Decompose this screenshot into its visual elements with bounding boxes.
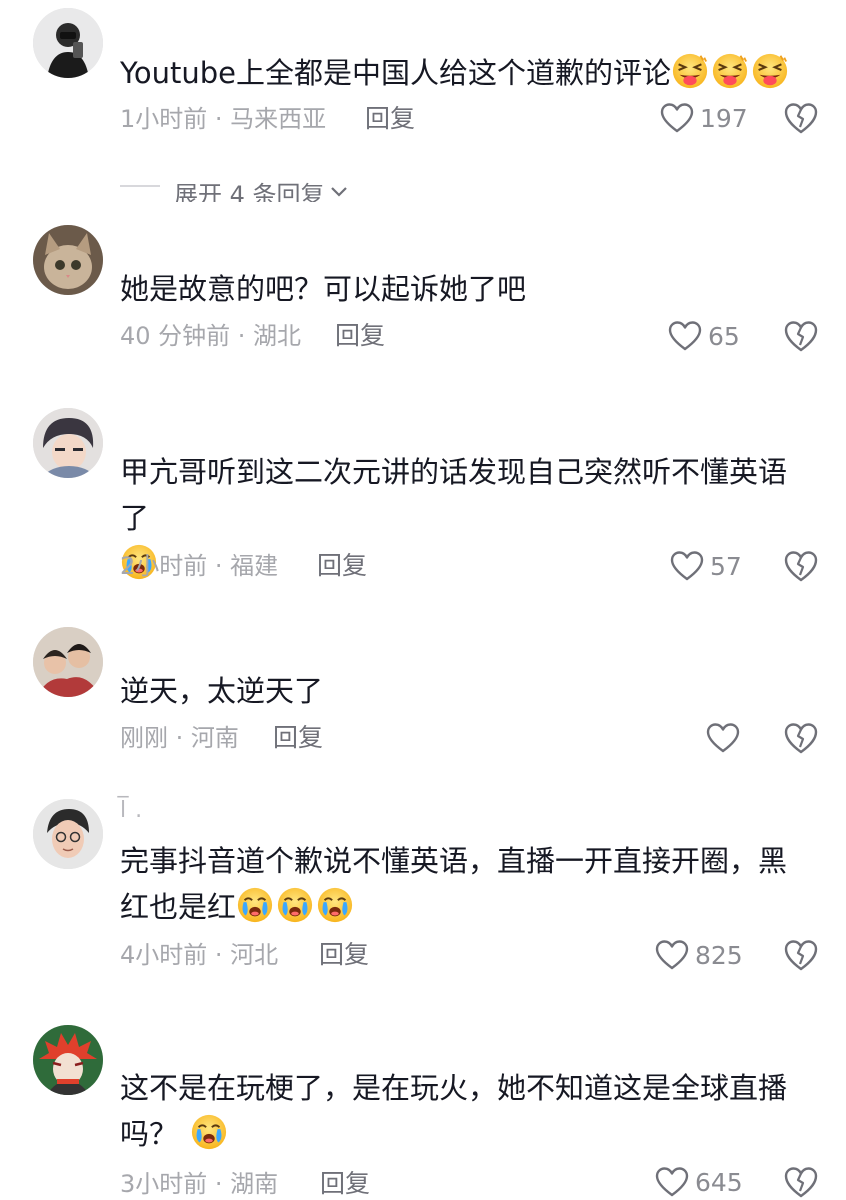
dislike-button[interactable] <box>784 938 818 972</box>
comment-body: 她是故意的吧？可以起诉她了吧 <box>120 272 527 306</box>
time-location: 刚刚 · 河南 <box>120 724 239 752</box>
expand-replies-label: 展开 4 条回复 <box>174 180 325 203</box>
reply-button[interactable]: 回复 <box>319 940 369 970</box>
like-button[interactable]: 645 <box>655 1164 743 1200</box>
heart-icon <box>655 939 689 971</box>
comment-meta: 刚刚 · 河南 回复 <box>120 723 323 753</box>
time-location: 1小时前 · 马来西亚 <box>120 105 327 133</box>
avatar-image <box>33 408 103 478</box>
heart-icon <box>655 1166 689 1198</box>
broken-heart-icon <box>784 938 818 972</box>
crying-emoji <box>276 886 314 924</box>
expand-replies-button[interactable]: 展开 4 条回复 <box>120 170 349 202</box>
dislike-button[interactable] <box>784 101 818 135</box>
avatar[interactable] <box>33 799 103 869</box>
avatar[interactable] <box>33 627 103 697</box>
username[interactable]: l̅ . <box>120 798 143 823</box>
like-button[interactable]: 57 <box>670 548 742 584</box>
like-count: 65 <box>708 321 740 351</box>
reply-button[interactable]: 回复 <box>273 723 323 753</box>
comment-meta: 1小时前 · 马来西亚 回复 <box>120 104 415 134</box>
chevron-down-icon <box>330 187 347 197</box>
time-location: 3小时前 · 湖南 <box>120 1170 279 1198</box>
avatar[interactable] <box>33 408 103 478</box>
broken-heart-icon <box>784 549 818 583</box>
reply-button[interactable]: 回复 <box>317 551 367 581</box>
like-button[interactable]: 65 <box>668 318 740 354</box>
broken-heart-icon <box>784 1165 818 1199</box>
heart-icon <box>668 320 702 352</box>
comment-meta: 4小时前 · 河北 回复 <box>120 940 369 970</box>
comment-text: 完事抖音道个歉说不懂英语，直播一开直接开圈，黑红也是红 <box>120 838 810 930</box>
tongue-emoji <box>671 52 709 90</box>
time-location: 2小时前 · 福建 <box>120 552 279 580</box>
tongue-emoji <box>711 52 749 90</box>
comment-text: 这不是在玩梗了，是在玩火，她不知道这是全球直播吗？ <box>120 1065 810 1157</box>
avatar-image <box>33 799 103 869</box>
reply-button[interactable]: 回复 <box>335 321 385 351</box>
crying-emoji <box>190 1113 228 1151</box>
like-button[interactable] <box>706 720 740 756</box>
comment-text: 她是故意的吧？可以起诉她了吧 <box>120 266 810 312</box>
heart-icon <box>706 722 740 754</box>
comment-text: 逆天，太逆天了 <box>120 668 810 714</box>
avatar[interactable] <box>33 225 103 295</box>
reply-button[interactable]: 回复 <box>320 1169 370 1199</box>
comment-body: 完事抖音道个歉说不懂英语，直播一开直接开圈，黑红也是红 <box>120 844 788 924</box>
avatar[interactable] <box>33 8 103 78</box>
broken-heart-icon <box>784 319 818 353</box>
like-count: 825 <box>695 940 743 970</box>
avatar-image <box>33 627 103 697</box>
time-location: 40 分钟前 · 湖北 <box>120 322 302 350</box>
avatar[interactable] <box>33 1025 103 1095</box>
crying-emoji <box>236 886 274 924</box>
comment-body: 甲亢哥听到这二次元讲的话发现自己突然听不懂英语了 <box>120 455 788 535</box>
broken-heart-icon <box>784 101 818 135</box>
avatar-image <box>33 1025 103 1095</box>
dislike-button[interactable] <box>784 721 818 755</box>
comment-meta: 3小时前 · 湖南 回复 <box>120 1169 370 1199</box>
comment-body: Youtube上全都是中国人给这个道歉的评论 <box>120 56 671 90</box>
crying-emoji <box>316 886 354 924</box>
divider-line <box>120 185 160 187</box>
dislike-button[interactable] <box>784 319 818 353</box>
dislike-button[interactable] <box>784 1165 818 1199</box>
like-count: 197 <box>700 103 748 133</box>
comment-body: 逆天，太逆天了 <box>120 674 324 708</box>
reply-button[interactable]: 回复 <box>365 104 415 134</box>
comment-text: Youtube上全都是中国人给这个道歉的评论 <box>120 50 810 96</box>
avatar-image <box>33 225 103 295</box>
heart-icon <box>670 550 704 582</box>
broken-heart-icon <box>784 721 818 755</box>
like-count: 57 <box>710 551 742 581</box>
comment-meta: 2小时前 · 福建 回复 <box>120 551 367 581</box>
dislike-button[interactable] <box>784 549 818 583</box>
tongue-emoji <box>751 52 789 90</box>
time-location: 4小时前 · 河北 <box>120 941 279 969</box>
like-button[interactable]: 197 <box>660 100 748 136</box>
comment-meta: 40 分钟前 · 湖北 回复 <box>120 321 385 351</box>
heart-icon <box>660 102 694 134</box>
like-count: 645 <box>695 1167 743 1197</box>
avatar-image <box>33 8 103 78</box>
like-button[interactable]: 825 <box>655 937 743 973</box>
